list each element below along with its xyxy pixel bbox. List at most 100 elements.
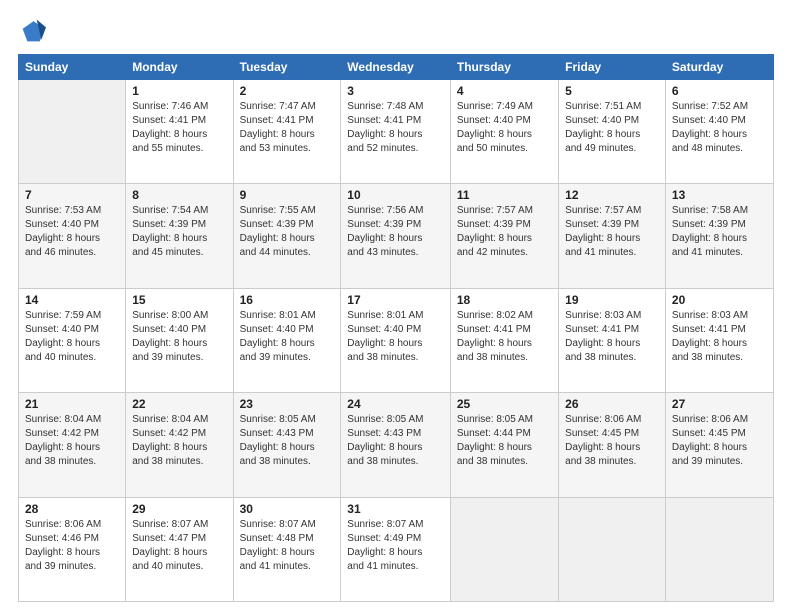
- day-info: Sunrise: 8:04 AMSunset: 4:42 PMDaylight:…: [25, 413, 119, 469]
- day-number: 25: [457, 397, 552, 411]
- day-cell: 6 Sunrise: 7:52 AMSunset: 4:40 PMDaylight…: [665, 80, 773, 184]
- day-info: Sunrise: 7:54 AMSunset: 4:39 PMDaylight:…: [132, 204, 226, 260]
- day-info: Sunrise: 8:03 AMSunset: 4:41 PMDaylight:…: [672, 309, 767, 365]
- day-cell: [19, 80, 126, 184]
- day-info: Sunrise: 8:07 AMSunset: 4:48 PMDaylight:…: [240, 518, 335, 574]
- day-number: 21: [25, 397, 119, 411]
- header-day-tuesday: Tuesday: [233, 55, 341, 80]
- logo-icon: [18, 18, 46, 46]
- week-row-1: 1Sunrise: 7:46 AMSunset: 4:41 PMDaylight…: [19, 80, 774, 184]
- day-info: Sunrise: 8:06 AMSunset: 4:45 PMDaylight:…: [565, 413, 659, 469]
- day-cell: 1Sunrise: 7:46 AMSunset: 4:41 PMDaylight…: [126, 80, 233, 184]
- day-number: 4: [457, 84, 552, 98]
- day-info: Sunrise: 8:05 AMSunset: 4:43 PMDaylight:…: [347, 413, 444, 469]
- header: [18, 18, 774, 46]
- day-cell: 26 Sunrise: 8:06 AMSunset: 4:45 PMDayligh…: [559, 393, 666, 497]
- header-day-thursday: Thursday: [450, 55, 558, 80]
- day-cell: 15 Sunrise: 8:00 AMSunset: 4:40 PMDayligh…: [126, 288, 233, 392]
- day-number: 6: [672, 84, 767, 98]
- day-number: 23: [240, 397, 335, 411]
- day-number: 16: [240, 293, 335, 307]
- header-day-friday: Friday: [559, 55, 666, 80]
- day-info: Sunrise: 7:53 AMSunset: 4:40 PMDaylight:…: [25, 204, 119, 260]
- header-day-saturday: Saturday: [665, 55, 773, 80]
- day-cell: 22 Sunrise: 8:04 AMSunset: 4:42 PMDayligh…: [126, 393, 233, 497]
- day-number: 28: [25, 502, 119, 516]
- day-cell: 21 Sunrise: 8:04 AMSunset: 4:42 PMDayligh…: [19, 393, 126, 497]
- day-info: Sunrise: 8:05 AMSunset: 4:43 PMDaylight:…: [240, 413, 335, 469]
- day-cell: [665, 497, 773, 601]
- page: SundayMondayTuesdayWednesdayThursdayFrid…: [0, 0, 792, 612]
- day-number: 12: [565, 188, 659, 202]
- day-cell: 13 Sunrise: 7:58 AMSunset: 4:39 PMDayligh…: [665, 184, 773, 288]
- day-number: 15: [132, 293, 226, 307]
- day-cell: 10 Sunrise: 7:56 AMSunset: 4:39 PMDayligh…: [341, 184, 451, 288]
- day-cell: 28 Sunrise: 8:06 AMSunset: 4:46 PMDayligh…: [19, 497, 126, 601]
- day-number: 8: [132, 188, 226, 202]
- day-number: 2: [240, 84, 335, 98]
- day-cell: 2 Sunrise: 7:47 AMSunset: 4:41 PMDaylight…: [233, 80, 341, 184]
- day-number: 3: [347, 84, 444, 98]
- day-cell: 25 Sunrise: 8:05 AMSunset: 4:44 PMDayligh…: [450, 393, 558, 497]
- week-row-5: 28 Sunrise: 8:06 AMSunset: 4:46 PMDayligh…: [19, 497, 774, 601]
- day-info: Sunrise: 7:51 AMSunset: 4:40 PMDaylight:…: [565, 100, 659, 156]
- day-cell: 3 Sunrise: 7:48 AMSunset: 4:41 PMDaylight…: [341, 80, 451, 184]
- day-number: 30: [240, 502, 335, 516]
- week-row-2: 7 Sunrise: 7:53 AMSunset: 4:40 PMDaylight…: [19, 184, 774, 288]
- day-cell: 14 Sunrise: 7:59 AMSunset: 4:40 PMDayligh…: [19, 288, 126, 392]
- day-info: Sunrise: 8:01 AMSunset: 4:40 PMDaylight:…: [240, 309, 335, 365]
- day-info: Sunrise: 7:49 AMSunset: 4:40 PMDaylight:…: [457, 100, 552, 156]
- day-info: Sunrise: 8:05 AMSunset: 4:44 PMDaylight:…: [457, 413, 552, 469]
- logo: [18, 18, 50, 46]
- day-number: 7: [25, 188, 119, 202]
- week-row-4: 21 Sunrise: 8:04 AMSunset: 4:42 PMDayligh…: [19, 393, 774, 497]
- day-number: 31: [347, 502, 444, 516]
- day-number: 9: [240, 188, 335, 202]
- day-info: Sunrise: 7:46 AMSunset: 4:41 PMDaylight:…: [132, 100, 226, 156]
- day-number: 27: [672, 397, 767, 411]
- header-row: SundayMondayTuesdayWednesdayThursdayFrid…: [19, 55, 774, 80]
- day-cell: 4 Sunrise: 7:49 AMSunset: 4:40 PMDaylight…: [450, 80, 558, 184]
- day-info: Sunrise: 7:48 AMSunset: 4:41 PMDaylight:…: [347, 100, 444, 156]
- header-day-sunday: Sunday: [19, 55, 126, 80]
- day-cell: 20Sunrise: 8:03 AMSunset: 4:41 PMDayligh…: [665, 288, 773, 392]
- day-cell: 9 Sunrise: 7:55 AMSunset: 4:39 PMDaylight…: [233, 184, 341, 288]
- day-cell: [559, 497, 666, 601]
- day-number: 22: [132, 397, 226, 411]
- day-number: 10: [347, 188, 444, 202]
- day-info: Sunrise: 7:58 AMSunset: 4:39 PMDaylight:…: [672, 204, 767, 260]
- day-info: Sunrise: 8:01 AMSunset: 4:40 PMDaylight:…: [347, 309, 444, 365]
- day-number: 19: [565, 293, 659, 307]
- day-cell: 31 Sunrise: 8:07 AMSunset: 4:49 PMDayligh…: [341, 497, 451, 601]
- day-number: 29: [132, 502, 226, 516]
- day-info: Sunrise: 8:00 AMSunset: 4:40 PMDaylight:…: [132, 309, 226, 365]
- day-info: Sunrise: 8:03 AMSunset: 4:41 PMDaylight:…: [565, 309, 659, 365]
- calendar-table: SundayMondayTuesdayWednesdayThursdayFrid…: [18, 54, 774, 602]
- day-info: Sunrise: 8:07 AMSunset: 4:49 PMDaylight:…: [347, 518, 444, 574]
- day-number: 26: [565, 397, 659, 411]
- day-info: Sunrise: 7:57 AMSunset: 4:39 PMDaylight:…: [565, 204, 659, 260]
- day-number: 14: [25, 293, 119, 307]
- day-cell: 11Sunrise: 7:57 AMSunset: 4:39 PMDayligh…: [450, 184, 558, 288]
- day-info: Sunrise: 7:52 AMSunset: 4:40 PMDaylight:…: [672, 100, 767, 156]
- day-info: Sunrise: 8:06 AMSunset: 4:46 PMDaylight:…: [25, 518, 119, 574]
- day-info: Sunrise: 7:55 AMSunset: 4:39 PMDaylight:…: [240, 204, 335, 260]
- day-cell: 19 Sunrise: 8:03 AMSunset: 4:41 PMDayligh…: [559, 288, 666, 392]
- day-info: Sunrise: 7:57 AMSunset: 4:39 PMDaylight:…: [457, 204, 552, 260]
- day-cell: 12 Sunrise: 7:57 AMSunset: 4:39 PMDayligh…: [559, 184, 666, 288]
- day-cell: 8 Sunrise: 7:54 AMSunset: 4:39 PMDaylight…: [126, 184, 233, 288]
- day-number: 17: [347, 293, 444, 307]
- day-info: Sunrise: 8:04 AMSunset: 4:42 PMDaylight:…: [132, 413, 226, 469]
- day-number: 24: [347, 397, 444, 411]
- day-info: Sunrise: 7:47 AMSunset: 4:41 PMDaylight:…: [240, 100, 335, 156]
- day-info: Sunrise: 8:02 AMSunset: 4:41 PMDaylight:…: [457, 309, 552, 365]
- day-cell: 18 Sunrise: 8:02 AMSunset: 4:41 PMDayligh…: [450, 288, 558, 392]
- day-info: Sunrise: 7:59 AMSunset: 4:40 PMDaylight:…: [25, 309, 119, 365]
- day-cell: 27Sunrise: 8:06 AMSunset: 4:45 PMDayligh…: [665, 393, 773, 497]
- day-number: 18: [457, 293, 552, 307]
- day-number: 5: [565, 84, 659, 98]
- day-cell: 17 Sunrise: 8:01 AMSunset: 4:40 PMDayligh…: [341, 288, 451, 392]
- day-info: Sunrise: 7:56 AMSunset: 4:39 PMDaylight:…: [347, 204, 444, 260]
- day-number: 13: [672, 188, 767, 202]
- day-cell: 7 Sunrise: 7:53 AMSunset: 4:40 PMDaylight…: [19, 184, 126, 288]
